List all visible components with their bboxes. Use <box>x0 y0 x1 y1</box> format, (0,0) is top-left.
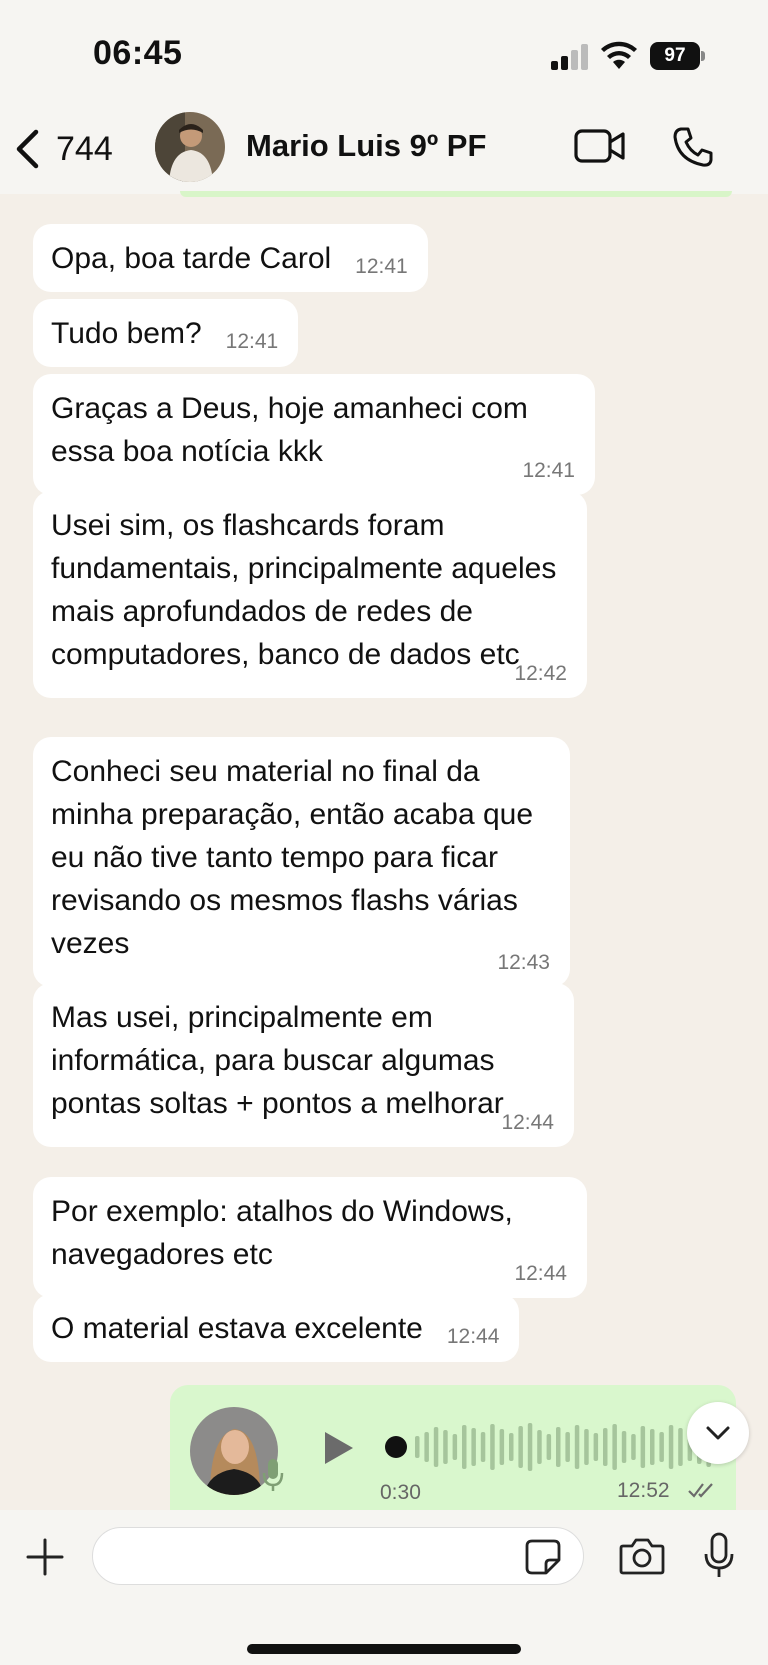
message-bubble[interactable]: O material estava excelente 12:44 <box>33 1294 520 1362</box>
waveform-bar <box>499 1429 505 1465</box>
cellular-signal-icon <box>551 44 588 70</box>
battery-icon: 97 <box>650 42 705 70</box>
mic-badge-icon <box>262 1459 284 1491</box>
waveform-bar <box>415 1436 420 1458</box>
waveform-bar <box>424 1432 429 1462</box>
playhead[interactable] <box>385 1436 407 1458</box>
message-text: Mas usei, principalmente em informática,… <box>51 1001 504 1120</box>
waveform-bar <box>433 1427 439 1467</box>
sticker-icon[interactable] <box>524 1538 562 1576</box>
voice-message[interactable]: 0:30 12:52 <box>170 1385 736 1510</box>
waveform-bar <box>490 1424 495 1470</box>
waveform-bar <box>574 1425 580 1469</box>
message-time: 12:41 <box>225 330 279 353</box>
waveform-bar <box>537 1430 542 1464</box>
waveform-bar <box>650 1429 655 1465</box>
video-call-icon[interactable] <box>574 128 626 164</box>
waveform-bar <box>612 1424 617 1470</box>
phone-call-icon[interactable] <box>672 126 714 168</box>
waveform-bar <box>603 1428 608 1466</box>
message-text: Conheci seu material no final da minha p… <box>51 755 534 960</box>
unread-count: 744 <box>56 129 113 168</box>
status-time: 06:45 <box>93 34 183 72</box>
message-text: Tudo bem? <box>51 317 202 350</box>
waveform-bar <box>631 1434 636 1460</box>
status-bar: 06:45 97 <box>0 0 768 100</box>
waveform-bar <box>678 1428 683 1466</box>
waveform-bar <box>443 1430 448 1464</box>
waveform-bar <box>518 1426 523 1468</box>
battery-level: 97 <box>650 42 700 70</box>
message-bubble[interactable]: Conheci seu material no final da minha p… <box>33 737 570 987</box>
contact-avatar[interactable] <box>155 112 225 182</box>
waveform-bar <box>452 1434 458 1460</box>
home-indicator <box>247 1644 521 1654</box>
chevron-down-icon <box>706 1426 730 1440</box>
waveform-bar <box>546 1434 552 1460</box>
voice-duration: 0:30 <box>380 1481 421 1504</box>
message-bubble[interactable]: Graças a Deus, hoje amanheci com essa bo… <box>33 374 595 495</box>
back-button[interactable]: 744 <box>14 126 113 172</box>
wifi-icon <box>601 41 637 69</box>
waveform-bar <box>527 1423 533 1471</box>
message-input[interactable] <box>92 1527 584 1585</box>
message-text: O material estava excelente <box>51 1312 423 1345</box>
chevron-left-icon <box>16 129 39 169</box>
message-time: 12:43 <box>497 951 550 974</box>
message-bubble[interactable]: Por exemplo: atalhos do Windows, navegad… <box>33 1177 587 1298</box>
waveform-bar <box>593 1433 599 1461</box>
waveform-bar <box>640 1426 646 1468</box>
message-bubble[interactable]: Opa, boa tarde Carol 12:41 <box>33 224 428 292</box>
contact-name[interactable]: Mario Luis 9º PF <box>246 128 486 164</box>
voice-time: 12:52 <box>617 1479 670 1502</box>
waveform-bar <box>509 1433 514 1461</box>
waveform-bar <box>556 1427 561 1467</box>
message-bubble[interactable]: Tudo bem? 12:41 <box>33 299 299 367</box>
waveform-bar <box>659 1432 664 1462</box>
waveform-bar <box>462 1425 467 1469</box>
plus-icon[interactable] <box>26 1538 64 1576</box>
microphone-icon[interactable] <box>703 1532 735 1580</box>
chat-area[interactable]: Opa, boa tarde Carol 12:41 Tudo bem? 12:41… <box>0 194 768 1510</box>
waveform-bar <box>668 1425 674 1469</box>
message-time: 12:41 <box>355 255 408 278</box>
audio-waveform[interactable] <box>385 1417 725 1477</box>
waveform-bar <box>621 1431 627 1463</box>
scroll-to-bottom-button[interactable] <box>687 1402 749 1464</box>
waveform-bar <box>471 1428 476 1466</box>
waveform-bar <box>480 1432 486 1462</box>
camera-icon[interactable] <box>619 1536 665 1576</box>
message-time: 12:44 <box>446 1325 500 1348</box>
play-icon[interactable] <box>322 1429 356 1467</box>
composer-bar <box>0 1510 768 1665</box>
waveform-bar <box>584 1429 589 1465</box>
double-check-icon <box>688 1483 713 1498</box>
chat-header: 744 Mario Luis 9º PF <box>0 100 768 194</box>
message-bubble[interactable]: Mas usei, principalmente em informática,… <box>33 983 574 1147</box>
waveform-bar <box>565 1432 570 1462</box>
message-text: Usei sim, os flashcards foram fundamenta… <box>51 509 557 671</box>
message-bubble[interactable]: Usei sim, os flashcards foram fundamenta… <box>33 491 587 698</box>
message-text: Opa, boa tarde Carol <box>51 242 332 275</box>
